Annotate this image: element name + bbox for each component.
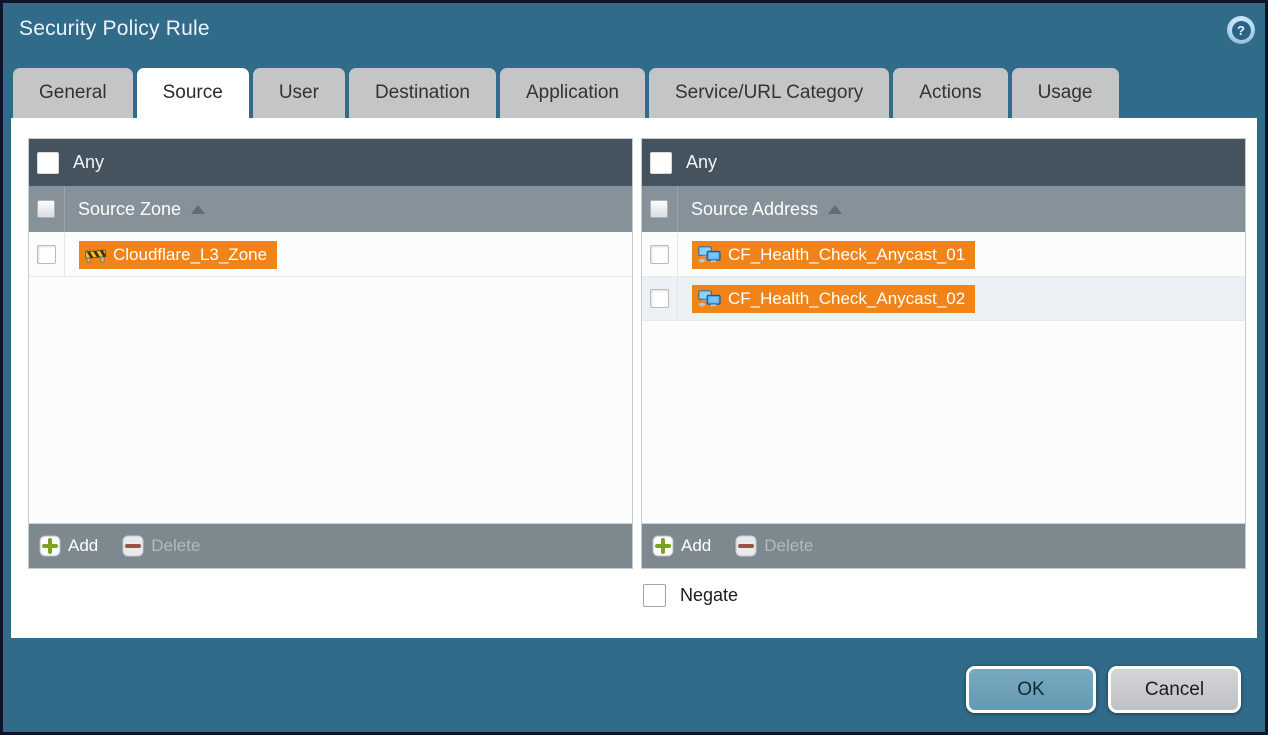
add-zone-label: Add: [68, 536, 98, 556]
sort-asc-icon[interactable]: [191, 205, 205, 214]
security-policy-rule-dialog: Security Policy Rule ? General Source Us…: [0, 0, 1268, 735]
row-checkbox[interactable]: [650, 245, 669, 264]
add-address-label: Add: [681, 536, 711, 556]
tab-bar: General Source User Destination Applicat…: [13, 68, 1119, 118]
address-entry-label: CF_Health_Check_Anycast_01: [728, 245, 965, 265]
delete-address-button[interactable]: Delete: [735, 535, 813, 557]
table-row: Cloudflare_L3_Zone: [29, 233, 632, 277]
zone-entry-label: Cloudflare_L3_Zone: [113, 245, 267, 265]
plus-icon: [652, 535, 674, 557]
address-entry-chip[interactable]: CF_Health_Check_Anycast_02: [692, 285, 975, 313]
source-zone-footer: Add Delete: [29, 523, 632, 568]
source-address-any-label: Any: [686, 152, 717, 173]
sort-asc-icon[interactable]: [828, 205, 842, 214]
source-zone-any-row: Any: [29, 139, 632, 186]
dialog-title: Security Policy Rule: [19, 17, 210, 41]
source-address-panel: Any Source Address: [641, 138, 1246, 569]
question-mark-icon: ?: [1232, 21, 1251, 40]
row-checkbox[interactable]: [37, 245, 56, 264]
source-address-any-row: Any: [642, 139, 1245, 186]
source-address-any-checkbox[interactable]: [650, 152, 672, 174]
add-zone-button[interactable]: Add: [39, 535, 98, 557]
delete-zone-label: Delete: [151, 536, 200, 556]
source-zone-select-all-checkbox[interactable]: [37, 200, 55, 218]
negate-label: Negate: [680, 585, 738, 606]
source-zone-column-label[interactable]: Source Zone: [78, 199, 181, 220]
tab-source[interactable]: Source: [137, 68, 249, 118]
tab-service-url-category[interactable]: Service/URL Category: [649, 68, 889, 118]
tab-destination[interactable]: Destination: [349, 68, 496, 118]
address-icon: [698, 246, 721, 263]
delete-zone-button[interactable]: Delete: [122, 535, 200, 557]
minus-icon: [735, 535, 757, 557]
source-zone-panel: Any Source Zone: [28, 138, 633, 569]
tab-application[interactable]: Application: [500, 68, 645, 118]
tab-user[interactable]: User: [253, 68, 345, 118]
cancel-button[interactable]: Cancel: [1108, 666, 1241, 713]
source-address-list: CF_Health_Check_Anycast_01: [642, 232, 1245, 523]
negate-control: Negate: [643, 584, 738, 607]
negate-checkbox[interactable]: [643, 584, 666, 607]
tab-actions[interactable]: Actions: [893, 68, 1007, 118]
address-icon: [698, 290, 721, 307]
source-zone-any-checkbox[interactable]: [37, 152, 59, 174]
table-row: CF_Health_Check_Anycast_01: [642, 233, 1245, 277]
tab-usage[interactable]: Usage: [1012, 68, 1119, 118]
add-address-button[interactable]: Add: [652, 535, 711, 557]
source-address-column-label[interactable]: Source Address: [691, 199, 818, 220]
plus-icon: [39, 535, 61, 557]
ok-button[interactable]: OK: [966, 666, 1096, 713]
source-address-column-header: Source Address: [642, 186, 1245, 232]
table-row: CF_Health_Check_Anycast_02: [642, 277, 1245, 321]
source-zone-any-label: Any: [73, 152, 104, 173]
source-address-select-all-checkbox[interactable]: [650, 200, 668, 218]
address-entry-label: CF_Health_Check_Anycast_02: [728, 289, 965, 309]
address-entry-chip[interactable]: CF_Health_Check_Anycast_01: [692, 241, 975, 269]
zone-entry-chip[interactable]: Cloudflare_L3_Zone: [79, 241, 277, 269]
help-button[interactable]: ?: [1227, 16, 1255, 44]
row-checkbox[interactable]: [650, 289, 669, 308]
zone-icon: [85, 247, 106, 263]
delete-address-label: Delete: [764, 536, 813, 556]
source-zone-list: Cloudflare_L3_Zone: [29, 232, 632, 523]
minus-icon: [122, 535, 144, 557]
source-zone-column-header: Source Zone: [29, 186, 632, 232]
source-address-footer: Add Delete: [642, 523, 1245, 568]
tab-content-area: Any Source Zone: [11, 118, 1257, 638]
tab-general[interactable]: General: [13, 68, 133, 118]
